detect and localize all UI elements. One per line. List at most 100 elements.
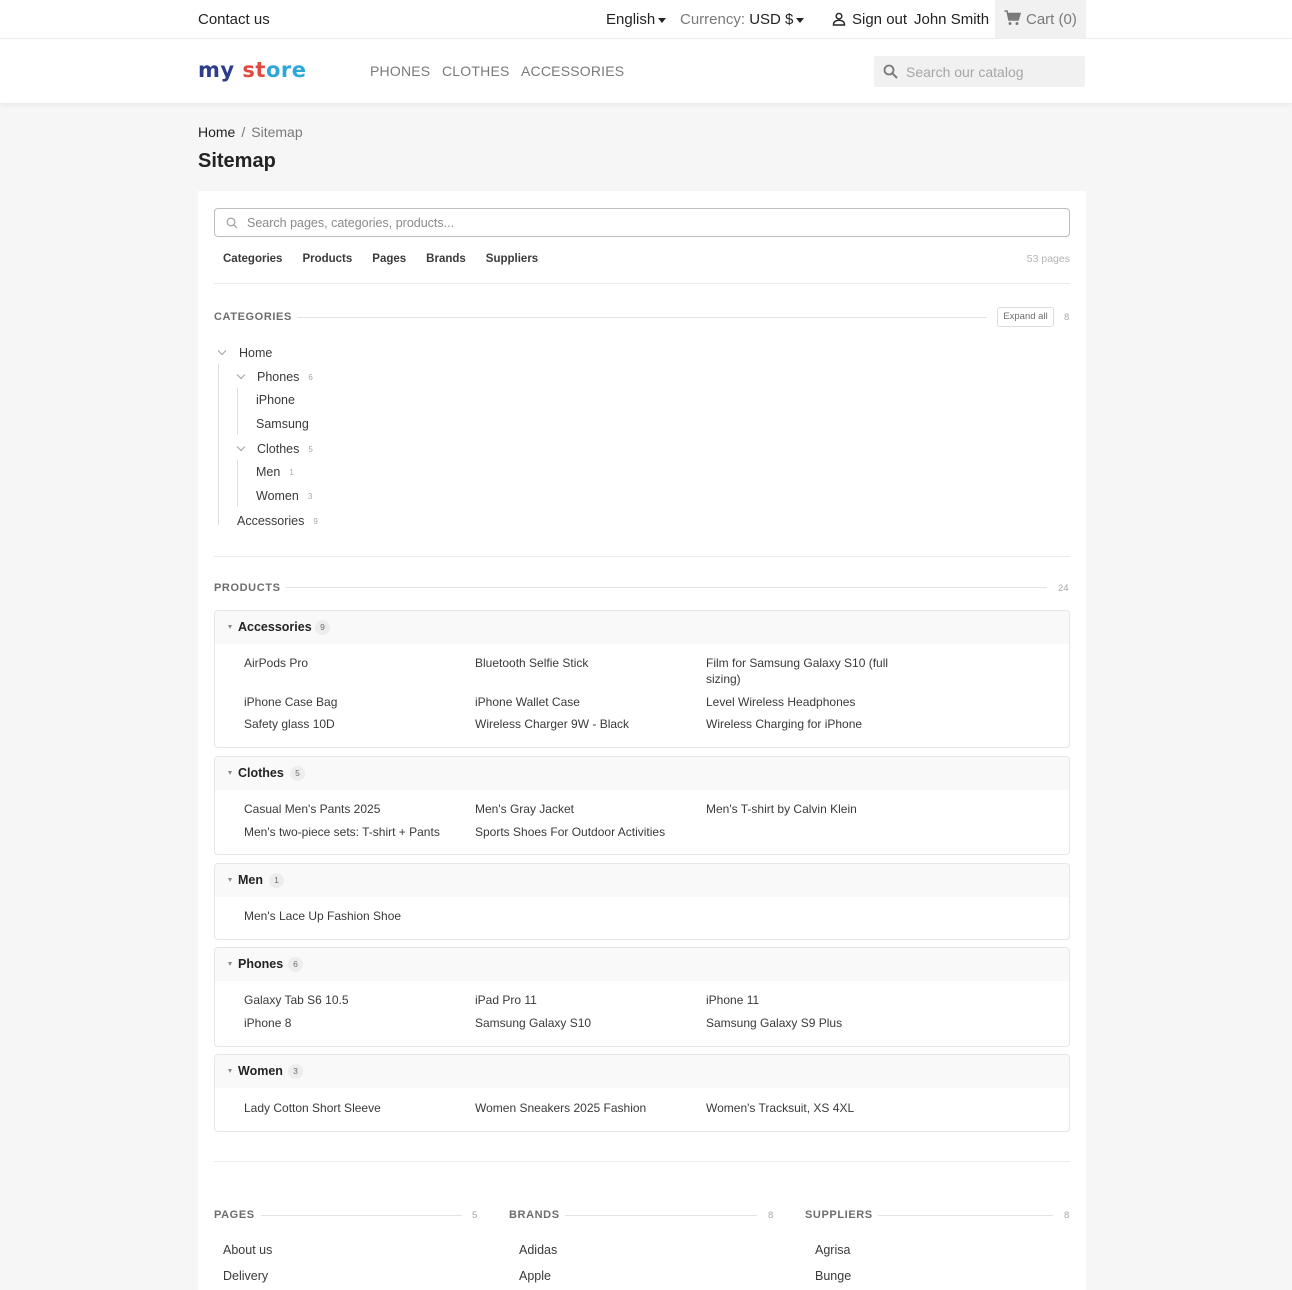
chevron-down-icon	[658, 17, 667, 23]
divider	[214, 556, 1070, 557]
brands-section-title: BRANDS	[509, 1209, 560, 1221]
product-link[interactable]: iPhone Wallet Case	[475, 694, 665, 710]
men-count: 1	[289, 468, 294, 478]
cart-button[interactable]: Cart (0)	[995, 0, 1086, 39]
page-title: Sitemap	[198, 150, 276, 172]
group-header[interactable]: Phones 6	[215, 948, 1069, 981]
product-link[interactable]: Casual Men's Pants 2025	[244, 801, 434, 817]
group-header[interactable]: Accessories 9	[215, 611, 1069, 644]
group-name: Men	[238, 873, 263, 887]
product-group-clothes: Clothes 5 Casual Men's Pants 2025 Men's …	[214, 756, 1070, 855]
group-name: Accessories	[238, 620, 312, 634]
product-group-accessories: Accessories 9 AirPods Pro Bluetooth Self…	[214, 610, 1070, 748]
tree-line	[218, 364, 219, 525]
product-link[interactable]: Men's two-piece sets: T-shirt + Pants	[244, 824, 469, 840]
tab-suppliers[interactable]: Suppliers	[486, 253, 538, 265]
product-link[interactable]: Film for Samsung Galaxy S10 (full sizing…	[706, 655, 896, 687]
product-link[interactable]: Men's Gray Jacket	[475, 801, 665, 817]
nav-phones[interactable]: PHONES	[370, 63, 430, 79]
chevron-down-icon[interactable]	[236, 442, 246, 452]
caret-down-icon	[228, 625, 232, 629]
nav-accessories[interactable]: ACCESSORIES	[521, 63, 624, 79]
chevron-down-icon[interactable]	[236, 370, 246, 380]
product-link[interactable]: Galaxy Tab S6 10.5	[244, 992, 434, 1008]
sign-out-link[interactable]: Sign out	[852, 11, 907, 28]
product-link[interactable]: Wireless Charging for iPhone	[706, 716, 896, 732]
pages-count: 5	[472, 1210, 478, 1221]
product-link[interactable]: iPhone 11	[706, 992, 896, 1008]
accessories-count: 9	[313, 517, 318, 527]
tree-item-women[interactable]: Women 3	[256, 489, 312, 503]
contact-us-link[interactable]: Contact us	[198, 11, 270, 28]
language-value: English	[606, 11, 656, 28]
supplier-link-agrisa[interactable]: Agrisa	[815, 1243, 850, 1257]
search-placeholder: Search our catalog	[906, 64, 1024, 80]
tree-item-accessories[interactable]: Accessories 9	[237, 514, 318, 528]
product-link[interactable]: Lady Cotton Short Sleeve	[244, 1100, 434, 1116]
product-link[interactable]: iPhone 8	[244, 1015, 434, 1031]
section-line	[286, 587, 1047, 588]
product-link[interactable]: Samsung Galaxy S10	[475, 1015, 665, 1031]
product-link[interactable]: Samsung Galaxy S9 Plus	[706, 1015, 896, 1031]
language-selector[interactable]: English	[606, 11, 667, 28]
product-link[interactable]: iPad Pro 11	[475, 992, 665, 1008]
product-group-men: Men 1 Men's Lace Up Fashion Shoe	[214, 863, 1070, 940]
breadcrumb-home[interactable]: Home	[198, 124, 235, 140]
caret-down-icon	[228, 771, 232, 775]
product-link[interactable]: Sports Shoes For Outdoor Activities	[475, 824, 700, 840]
brand-link-apple[interactable]: Apple	[519, 1269, 551, 1283]
pages-section-title: PAGES	[214, 1209, 255, 1221]
user-icon	[832, 12, 846, 26]
categories-section-title: CATEGORIES	[214, 311, 292, 323]
product-link[interactable]: Safety glass 10D	[244, 716, 434, 732]
chevron-down-icon[interactable]	[217, 346, 227, 356]
brand-link-adidas[interactable]: Adidas	[519, 1243, 557, 1257]
cart-icon	[1004, 10, 1022, 25]
divider	[214, 1161, 1070, 1162]
account-name-link[interactable]: John Smith	[914, 11, 989, 28]
group-count-badge: 1	[269, 873, 284, 888]
product-link[interactable]: Women's Tracksuit, XS 4XL	[706, 1100, 896, 1116]
tree-item-men[interactable]: Men 1	[256, 465, 294, 479]
product-link[interactable]: Level Wireless Headphones	[706, 694, 896, 710]
page-count: 53 pages	[1026, 253, 1070, 265]
page-link-about[interactable]: About us	[223, 1243, 272, 1257]
group-count-badge: 6	[288, 957, 303, 972]
tree-item-phones[interactable]: Phones 6	[257, 370, 313, 384]
group-count-badge: 3	[288, 1064, 303, 1079]
product-link[interactable]: Wireless Charger 9W - Black	[475, 716, 665, 732]
search-icon	[226, 217, 238, 229]
group-count-badge: 5	[290, 766, 305, 781]
product-link[interactable]: Men's Lace Up Fashion Shoe	[244, 908, 434, 924]
product-link[interactable]: iPhone Case Bag	[244, 694, 434, 710]
currency-value: USD $	[749, 11, 794, 28]
expand-all-button[interactable]: Expand all	[997, 307, 1054, 327]
product-link[interactable]: Bluetooth Selfie Stick	[475, 655, 665, 671]
sitemap-search-input[interactable]: Search pages, categories, products...	[214, 208, 1070, 237]
tree-item-iphone[interactable]: iPhone	[256, 393, 295, 407]
product-link[interactable]: Men's T-shirt by Calvin Klein	[706, 801, 896, 817]
tab-categories[interactable]: Categories	[223, 253, 282, 265]
group-header[interactable]: Women 3	[215, 1055, 1069, 1088]
supplier-link-bunge[interactable]: Bunge	[815, 1269, 851, 1283]
currency-selector[interactable]: Currency: USD $	[680, 11, 805, 28]
tree-item-home[interactable]: Home	[239, 346, 272, 360]
store-logo[interactable]: my store	[198, 58, 306, 82]
tree-item-clothes[interactable]: Clothes 5	[257, 442, 313, 456]
group-header[interactable]: Men 1	[215, 864, 1069, 897]
tab-pages[interactable]: Pages	[372, 253, 406, 265]
tab-products[interactable]: Products	[302, 253, 352, 265]
tab-brands[interactable]: Brands	[426, 253, 466, 265]
tree-item-samsung[interactable]: Samsung	[256, 417, 309, 431]
group-header[interactable]: Clothes 5	[215, 757, 1069, 790]
catalog-search-input[interactable]: Search our catalog	[874, 56, 1085, 87]
product-group-phones: Phones 6 Galaxy Tab S6 10.5 iPad Pro 11 …	[214, 947, 1070, 1047]
sitemap-search-placeholder: Search pages, categories, products...	[247, 216, 455, 230]
nav-clothes[interactable]: CLOTHES	[442, 63, 510, 79]
product-link[interactable]: AirPods Pro	[244, 655, 434, 671]
page-link-delivery[interactable]: Delivery	[223, 1269, 268, 1283]
product-group-women: Women 3 Lady Cotton Short Sleeve Women S…	[214, 1054, 1070, 1132]
tree-line	[237, 460, 238, 507]
suppliers-count: 8	[1064, 1210, 1070, 1221]
product-link[interactable]: Women Sneakers 2025 Fashion	[475, 1100, 665, 1116]
